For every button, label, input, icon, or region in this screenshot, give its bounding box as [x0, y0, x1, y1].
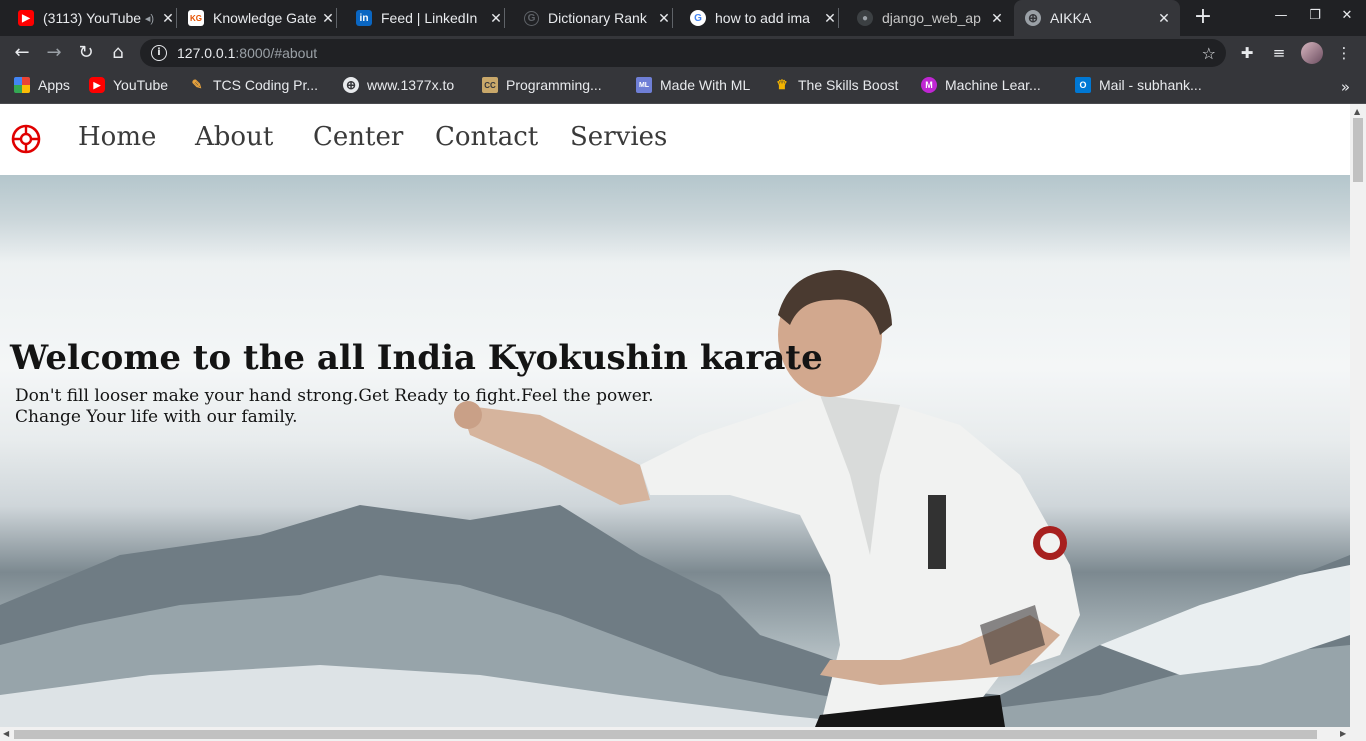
scroll-right-arrow-icon[interactable]: ▶ [1340, 729, 1346, 738]
google-icon: G [690, 10, 706, 26]
nav-about[interactable]: About [195, 122, 273, 152]
bookmark-programming[interactable]: CC Programming... [482, 77, 602, 93]
ml-icon: ML [636, 77, 652, 93]
bookmark-machine-learning[interactable]: M Machine Lear... [921, 77, 1041, 93]
tab-knowledge-gate[interactable]: KG Knowledge Gate ✕ [188, 0, 337, 36]
tab-aikka[interactable]: ⊕ AIKKA ✕ [1014, 0, 1180, 36]
profile-avatar[interactable] [1301, 42, 1323, 64]
hero-subtitle-line-2: Change Your life with our family. [15, 407, 298, 427]
horizontal-scrollbar[interactable]: ◀ ▶ [0, 727, 1366, 741]
youtube-icon: ▶ [89, 77, 105, 93]
close-icon[interactable]: ✕ [1156, 10, 1172, 27]
nav-home[interactable]: Home [78, 122, 156, 152]
trophy-icon: ♛ [776, 77, 788, 92]
audio-icon[interactable]: ◂) [145, 12, 154, 25]
more-bookmarks-icon[interactable]: » [1341, 78, 1350, 96]
home-icon[interactable]: ⌂ [106, 41, 130, 65]
tab-github[interactable]: ● django_web_ap ✕ [857, 0, 1005, 36]
nav-contact[interactable]: Contact [435, 122, 538, 152]
bookmark-skills-boost[interactable]: ♛ The Skills Boost [774, 77, 898, 93]
url-path: :8000/#about [235, 45, 318, 61]
nav-center[interactable]: Center [313, 122, 403, 152]
forward-icon[interactable]: → [42, 41, 66, 65]
hero-title: Welcome to the all India Kyokushin karat… [10, 338, 823, 378]
youtube-icon: ▶ [18, 10, 34, 26]
close-icon[interactable]: ✕ [822, 10, 838, 27]
tab-separator [336, 8, 337, 28]
media-queue-icon[interactable]: ≡ [1268, 42, 1290, 64]
tcs-icon: ✎ [191, 77, 203, 92]
vertical-scrollbar[interactable]: ▲ [1350, 104, 1366, 727]
url-host: 127.0.0.1 [177, 45, 236, 61]
scroll-left-arrow-icon[interactable]: ◀ [3, 729, 9, 738]
tab-linkedin[interactable]: in Feed | LinkedIn ✕ [356, 0, 505, 36]
tab-dictionary[interactable]: G Dictionary Rank ✕ [524, 0, 673, 36]
minimize-icon[interactable]: — [1271, 8, 1291, 23]
bookmark-youtube[interactable]: ▶ YouTube [89, 77, 168, 93]
address-bar[interactable]: i 127.0.0.1:8000/#about ☆ [140, 39, 1226, 67]
site-navbar: Home About Center Contact Servies [0, 104, 1350, 175]
web-page: Home About Center Contact Servies Welcom… [0, 104, 1350, 727]
site-info-icon[interactable]: i [151, 45, 167, 61]
hero-background-image [0, 270, 1350, 727]
horizontal-scroll-thumb[interactable] [14, 730, 1317, 739]
menu-kebab-icon[interactable]: ⋮ [1333, 42, 1355, 64]
scroll-up-arrow-icon[interactable]: ▲ [1354, 107, 1360, 116]
globe-icon: ⊕ [343, 77, 359, 93]
hero-subtitle: Don't fill looser make your hand strong.… [15, 386, 715, 428]
m-icon: M [921, 77, 937, 93]
vertical-scroll-thumb[interactable] [1353, 118, 1363, 182]
browser-toolbar: ← → ↻ ⌂ i 127.0.0.1:8000/#about ☆ ✚ ≡ ⋮ [0, 36, 1366, 70]
kyokushin-logo-icon[interactable] [11, 124, 41, 154]
reload-icon[interactable]: ↻ [74, 41, 98, 65]
hero-subtitle-line-1: Don't fill looser make your hand strong.… [15, 386, 654, 406]
close-icon[interactable]: ✕ [989, 10, 1005, 27]
back-icon[interactable]: ← [10, 41, 34, 65]
apps-grid-icon [14, 77, 30, 93]
linkedin-icon: in [356, 10, 372, 26]
github-icon: ● [857, 10, 873, 26]
extensions-icon[interactable]: ✚ [1236, 42, 1258, 64]
close-icon[interactable]: ✕ [488, 10, 504, 27]
globe-icon: ⊕ [1025, 10, 1041, 26]
nav-services[interactable]: Servies [570, 122, 667, 152]
url-text[interactable]: 127.0.0.1:8000/#about [177, 45, 317, 61]
bookmarks-bar: Apps ▶ YouTube ✎ TCS Coding Pr... ⊕ www.… [0, 70, 1366, 104]
close-icon[interactable]: ✕ [160, 10, 176, 27]
cc-icon: CC [482, 77, 498, 93]
knowledge-gate-icon: KG [188, 10, 204, 26]
close-icon[interactable]: ✕ [320, 10, 336, 27]
tab-google-search[interactable]: G how to add ima ✕ [690, 0, 839, 36]
close-window-icon[interactable]: ✕ [1337, 8, 1357, 23]
bookmark-mail[interactable]: O Mail - subhank... [1075, 77, 1202, 93]
globe-icon: G [524, 10, 539, 26]
bookmark-made-with-ml[interactable]: ML Made With ML [636, 77, 750, 93]
tab-youtube[interactable]: ▶ (3113) YouTube ◂) ✕ [18, 0, 177, 36]
tab-strip: ▶ (3113) YouTube ◂) ✕ KG Knowledge Gate … [0, 0, 1366, 36]
bookmark-tcs[interactable]: ✎ TCS Coding Pr... [189, 77, 319, 93]
restore-icon[interactable]: ❐ [1305, 8, 1325, 23]
new-tab-button[interactable]: + [1193, 6, 1213, 28]
bookmark-star-icon[interactable]: ☆ [1202, 44, 1216, 63]
tab-separator [838, 8, 839, 28]
hero-section: Welcome to the all India Kyokushin karat… [0, 175, 1350, 727]
outlook-icon: O [1075, 77, 1091, 93]
tab-separator [672, 8, 673, 28]
bookmark-apps[interactable]: Apps [14, 77, 70, 93]
tab-separator [176, 8, 177, 28]
close-icon[interactable]: ✕ [656, 10, 672, 27]
tab-separator [504, 8, 505, 28]
bookmark-1377x[interactable]: ⊕ www.1377x.to [343, 77, 454, 93]
